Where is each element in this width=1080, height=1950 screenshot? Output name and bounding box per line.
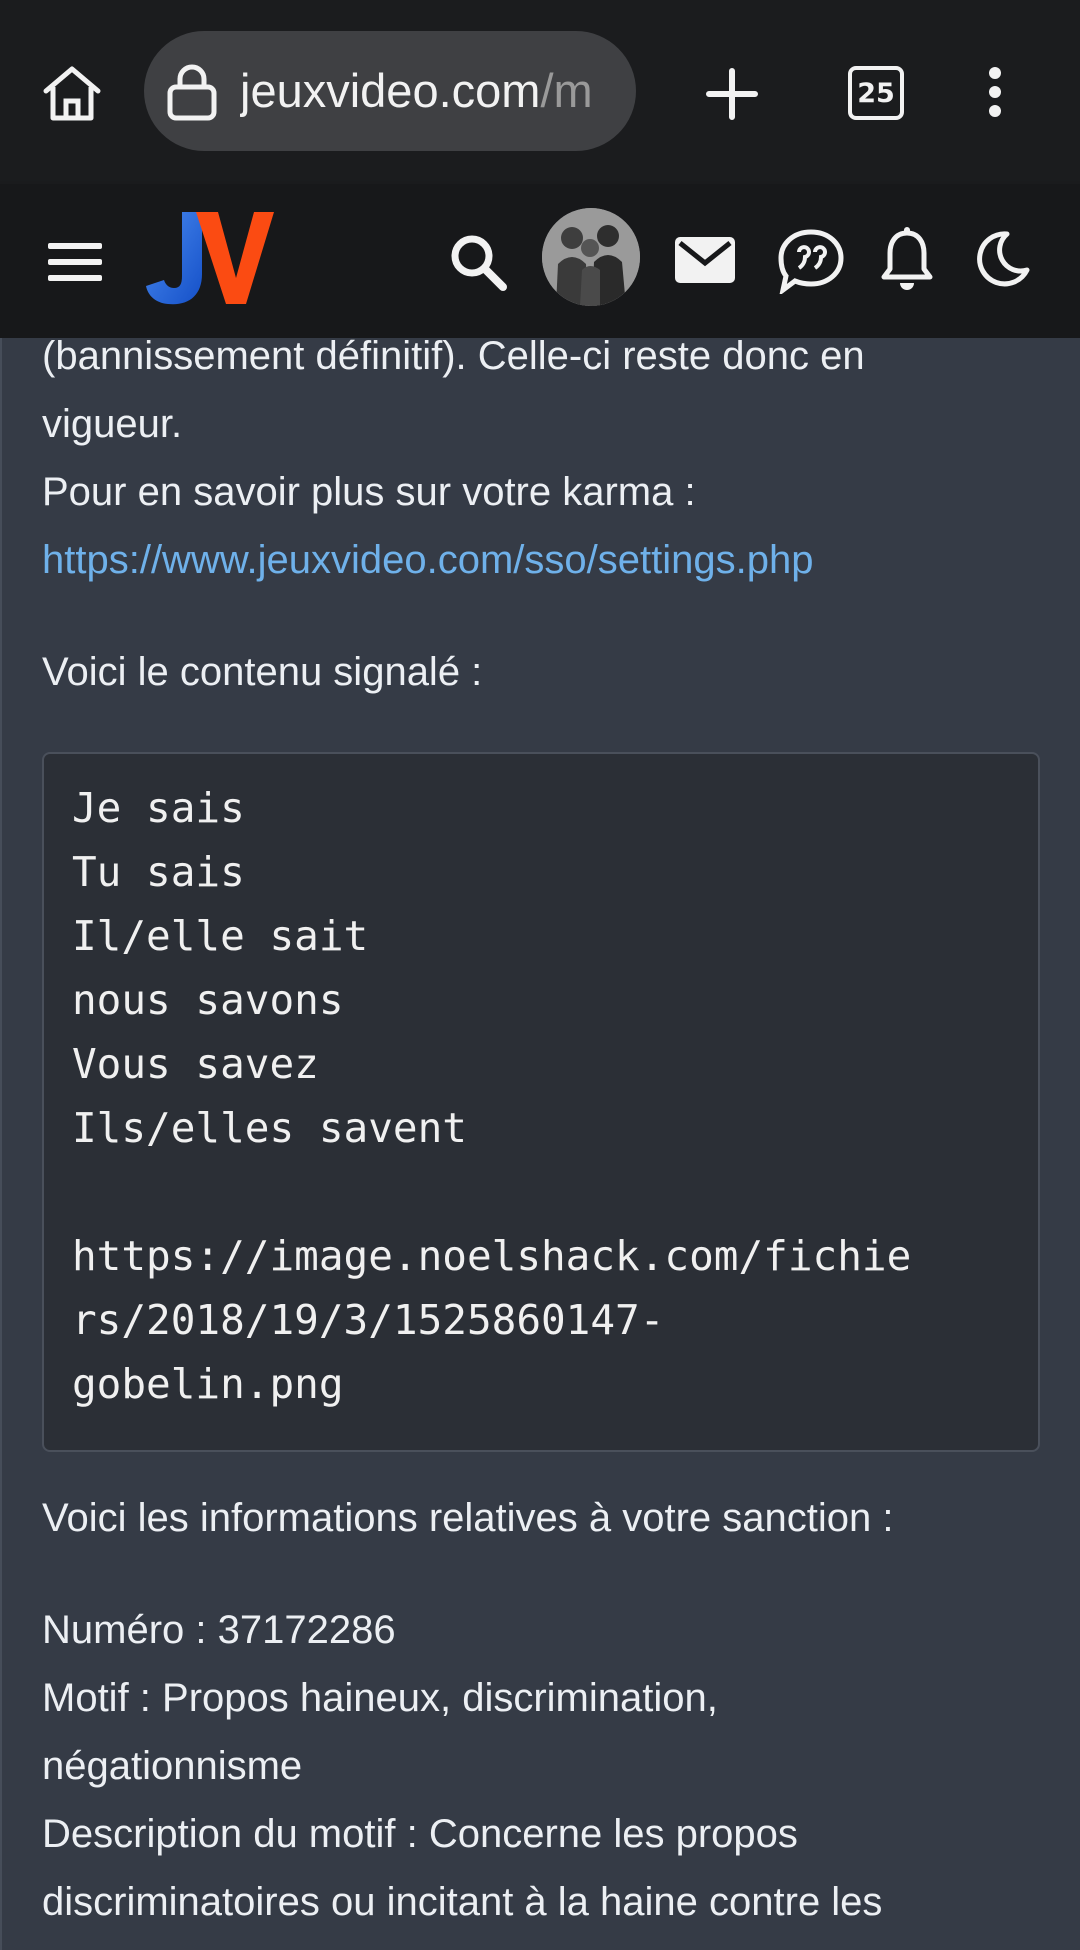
message-content: (bannissement définitif). Celle-ci reste… [0, 334, 1080, 1950]
url-text: jeuxvideo.com/m [240, 31, 620, 151]
code-line: Il/elle sait [72, 912, 369, 960]
sanction-motif: Motif : Propos haineux, discrimination, [42, 1676, 718, 1720]
code-line: https://image.noelshack.com/fichie [72, 1232, 912, 1280]
reported-content-block: Je sais Tu sais Il/elle sait nous savons… [42, 752, 1040, 1452]
avatar[interactable] [542, 208, 640, 306]
address-bar[interactable]: jeuxvideo.com/m [144, 31, 636, 151]
body-text-line: (bannissement définitif). Celle-ci reste… [42, 334, 865, 378]
body-text-line: Pour en savoir plus sur votre karma : [42, 470, 696, 514]
code-line: Vous savez [72, 1040, 319, 1088]
url-path: /m [540, 64, 593, 117]
sanction-number: Numéro : 37172286 [42, 1608, 396, 1652]
more-vert-icon[interactable] [980, 64, 1010, 120]
code-line: Tu sais [72, 848, 245, 896]
sanction-heading: Voici les informations relatives à votre… [42, 1496, 894, 1540]
mail-icon[interactable] [672, 230, 738, 290]
sanction-description: Description du motif : Concerne les prop… [42, 1812, 798, 1856]
url-host: jeuxvideo.com [240, 64, 541, 117]
code-line: Je sais [72, 784, 245, 832]
sanction-motif-cont: négationnisme [42, 1744, 303, 1788]
plus-icon[interactable] [702, 64, 762, 124]
browser-toolbar: jeuxvideo.com/m 25 [0, 0, 1080, 184]
code-line: rs/2018/19/3/1525860147- [72, 1296, 665, 1344]
search-icon[interactable] [444, 228, 512, 296]
forum-quote-icon[interactable] [776, 226, 846, 296]
reported-content-heading: Voici le contenu signalé : [42, 650, 483, 694]
tab-switcher-button[interactable]: 25 [848, 66, 904, 120]
code-line: nous savons [72, 976, 344, 1024]
code-line: Ils/elles savent [72, 1104, 467, 1152]
sanction-description-cont: discriminatoires ou incitant à la haine … [42, 1880, 883, 1924]
home-icon[interactable] [36, 60, 108, 126]
karma-settings-link[interactable]: https://www.jeuxvideo.com/sso/settings.p… [42, 526, 813, 594]
bell-icon[interactable] [880, 226, 934, 294]
moon-icon[interactable] [972, 228, 1032, 290]
lock-icon [166, 63, 218, 121]
body-text-line: vigueur. [42, 402, 183, 446]
code-line: gobelin.png [72, 1360, 344, 1408]
site-header [0, 184, 1080, 338]
hamburger-menu-icon[interactable] [46, 239, 104, 285]
jv-logo[interactable] [144, 208, 274, 308]
